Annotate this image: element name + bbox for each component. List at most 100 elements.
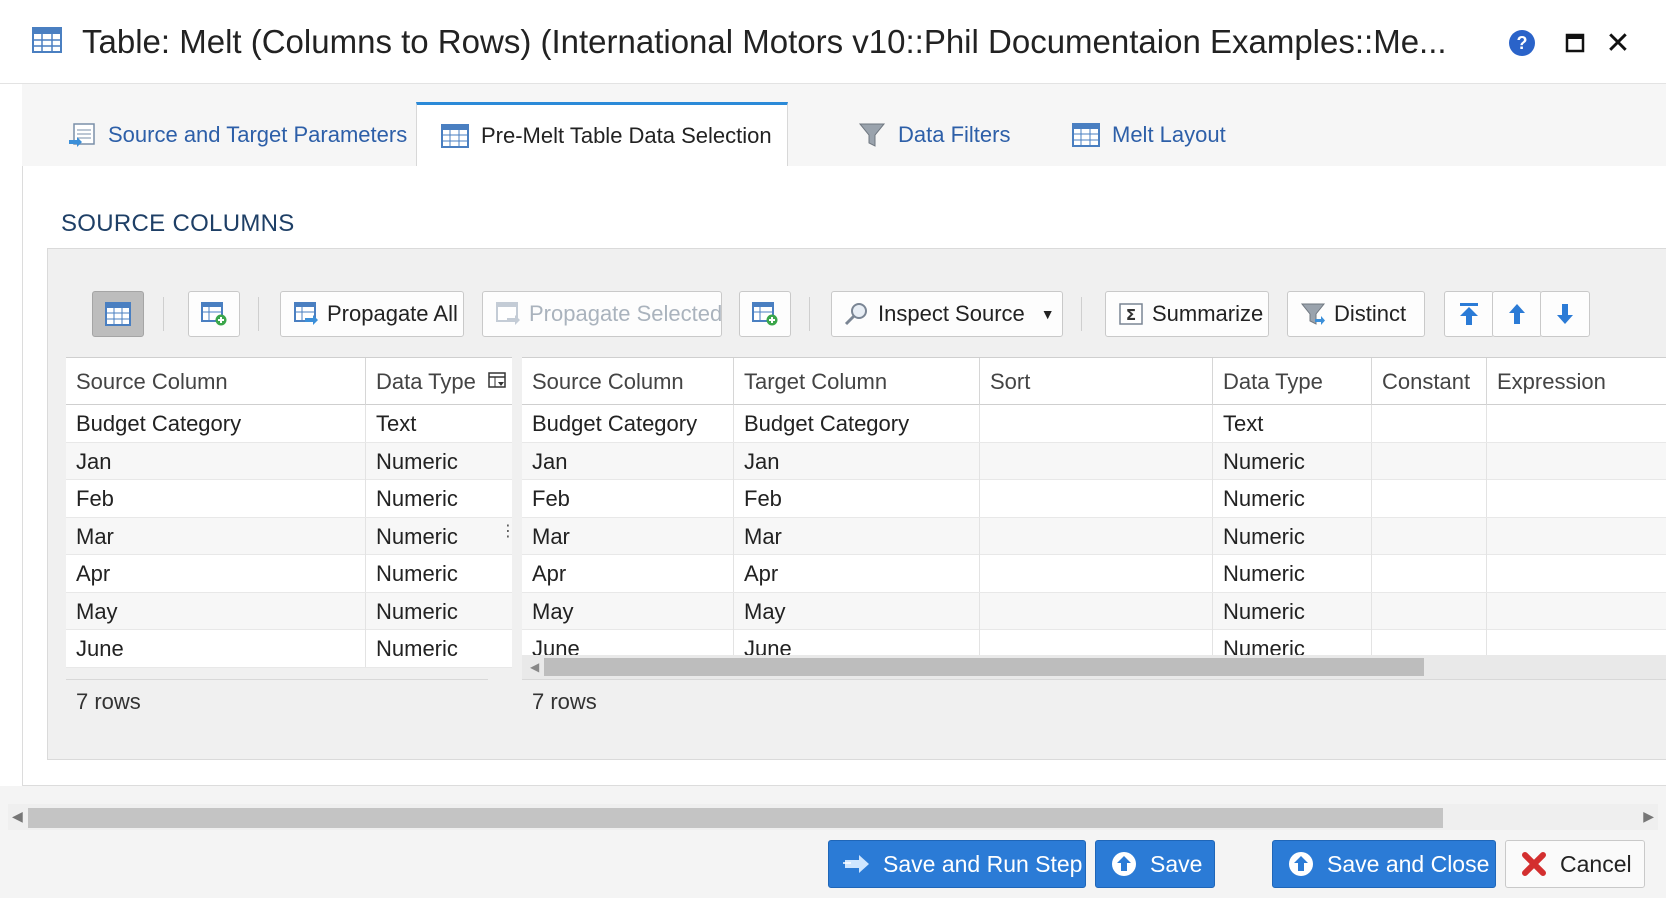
table-cell[interactable]: May <box>734 592 980 630</box>
maximize-button[interactable] <box>1558 26 1592 60</box>
table-cell[interactable]: Budget Category <box>66 405 366 442</box>
table-row[interactable]: June Numeric <box>66 630 512 668</box>
table-cell[interactable] <box>1372 517 1487 555</box>
table-cell[interactable]: Numeric <box>366 593 512 630</box>
table-cell[interactable]: Budget Category <box>734 405 980 442</box>
table-cell[interactable] <box>980 442 1213 480</box>
column-header-source-column[interactable]: Source Column <box>66 358 366 405</box>
table-cell[interactable]: Text <box>1213 405 1372 442</box>
table-cell[interactable]: June <box>66 630 366 667</box>
table-row[interactable]: Apr Numeric <box>66 555 512 593</box>
grid-horizontal-scrollbar[interactable]: ◀ <box>522 655 1666 679</box>
move-down-button[interactable] <box>1540 291 1590 337</box>
save-button[interactable]: Save <box>1095 840 1215 888</box>
table-cell[interactable]: May <box>66 592 366 630</box>
table-cell[interactable] <box>1487 518 1666 555</box>
tab-data-filters[interactable]: Data Filters <box>858 102 1010 167</box>
table-cell[interactable] <box>1372 555 1487 592</box>
column-chooser-icon[interactable] <box>488 372 506 390</box>
move-to-top-button[interactable] <box>1444 291 1494 337</box>
table-cell[interactable]: Numeric <box>1213 555 1372 592</box>
table-cell[interactable] <box>980 555 1213 592</box>
column-header-constant[interactable]: Constant <box>1372 358 1487 405</box>
table-row[interactable]: Jan Jan Numeric <box>522 442 1666 480</box>
add-column-button[interactable] <box>188 291 240 337</box>
table-cell[interactable]: Feb <box>734 480 980 517</box>
scrollbar-thumb[interactable] <box>28 808 1443 828</box>
table-cell[interactable]: Budget Category <box>522 405 734 442</box>
tab-melt-layout[interactable]: Melt Layout <box>1072 102 1226 167</box>
table-cell[interactable]: Feb <box>522 480 734 517</box>
table-row[interactable]: Apr Apr Numeric <box>522 555 1666 593</box>
table-cell[interactable]: Mar <box>734 517 980 555</box>
splitter-handle[interactable]: ⋮ <box>500 524 516 540</box>
table-cell[interactable] <box>1372 405 1487 442</box>
column-header-data-type[interactable]: Data Type <box>1213 358 1372 405</box>
table-cell[interactable]: May <box>522 592 734 630</box>
table-cell[interactable] <box>980 592 1213 630</box>
table-cell[interactable]: Apr <box>66 555 366 592</box>
propagate-all-button[interactable]: Propagate All <box>280 291 464 337</box>
page-horizontal-scrollbar[interactable]: ◀ ▶ <box>8 804 1658 830</box>
table-cell[interactable]: Feb <box>66 480 366 517</box>
table-row[interactable]: Feb Numeric <box>66 480 512 518</box>
table-cell[interactable] <box>1372 480 1487 517</box>
table-cell[interactable]: Jan <box>734 442 980 480</box>
grid-view-toggle-button[interactable] <box>92 291 144 337</box>
table-cell[interactable] <box>1487 405 1666 442</box>
help-button[interactable]: ? <box>1505 26 1539 60</box>
table-row[interactable]: Budget Category Text <box>66 405 512 443</box>
table-cell[interactable]: Numeric <box>366 518 512 555</box>
scroll-right-icon[interactable]: ▶ <box>1643 808 1654 825</box>
table-row[interactable]: Jan Numeric <box>66 442 512 480</box>
move-up-button[interactable] <box>1492 291 1542 337</box>
scroll-left-icon[interactable]: ◀ <box>12 808 23 825</box>
table-cell[interactable]: Numeric <box>366 443 512 480</box>
table-cell[interactable]: Numeric <box>366 480 512 517</box>
add-selected-button[interactable] <box>739 291 791 337</box>
table-row[interactable]: Budget Category Budget Category Text <box>522 405 1666 443</box>
table-cell[interactable]: Numeric <box>366 555 512 592</box>
close-button[interactable]: ✕ <box>1601 26 1635 60</box>
table-cell[interactable]: Jan <box>522 442 734 480</box>
table-cell[interactable] <box>980 480 1213 517</box>
summarize-button[interactable]: Σ Summarize <box>1105 291 1269 337</box>
table-cell[interactable] <box>980 517 1213 555</box>
column-header-target-column[interactable]: Target Column <box>734 358 980 405</box>
table-cell[interactable]: Numeric <box>1213 480 1372 517</box>
scroll-left-icon[interactable]: ◀ <box>530 660 539 674</box>
table-row[interactable]: Mar Mar Numeric <box>522 517 1666 555</box>
table-cell[interactable]: Apr <box>734 555 980 592</box>
table-cell[interactable]: Numeric <box>1213 517 1372 555</box>
table-cell[interactable]: Numeric <box>366 630 512 667</box>
table-cell[interactable]: Text <box>366 405 512 442</box>
table-cell[interactable]: Numeric <box>1213 442 1372 480</box>
table-row[interactable]: Feb Feb Numeric <box>522 480 1666 518</box>
column-header-sort[interactable]: Sort <box>980 358 1213 405</box>
save-and-run-step-button[interactable]: Save and Run Step <box>828 840 1086 888</box>
column-header-expression[interactable]: Expression <box>1487 358 1666 405</box>
table-cell[interactable] <box>1372 592 1487 630</box>
scrollbar-thumb[interactable] <box>544 658 1424 676</box>
table-cell[interactable]: Mar <box>66 517 366 555</box>
table-cell[interactable] <box>1487 480 1666 517</box>
table-cell[interactable]: Mar <box>522 517 734 555</box>
tab-pre-melt-table-data-selection[interactable]: Pre-Melt Table Data Selection <box>416 102 788 167</box>
tab-source-and-target-parameters[interactable]: Source and Target Parameters <box>68 102 407 167</box>
propagate-selected-button[interactable]: Propagate Selected <box>482 291 722 337</box>
distinct-button[interactable]: Distinct <box>1287 291 1425 337</box>
column-header-data-type[interactable]: Data Type <box>366 358 512 405</box>
table-cell[interactable] <box>1487 443 1666 480</box>
table-row[interactable]: May Numeric <box>66 592 512 630</box>
table-cell[interactable] <box>1487 555 1666 592</box>
inspect-source-button[interactable]: Inspect Source ▼ <box>831 291 1063 337</box>
table-cell[interactable]: Jan <box>66 442 366 480</box>
table-cell[interactable]: Numeric <box>1213 592 1372 630</box>
column-header-source-column[interactable]: Source Column <box>522 358 734 405</box>
table-cell[interactable]: Apr <box>522 555 734 592</box>
table-cell[interactable] <box>1487 593 1666 630</box>
table-row[interactable]: Mar Numeric <box>66 517 512 555</box>
table-cell[interactable] <box>980 405 1213 442</box>
table-row[interactable]: May May Numeric <box>522 592 1666 630</box>
cancel-button[interactable]: Cancel <box>1505 840 1645 888</box>
